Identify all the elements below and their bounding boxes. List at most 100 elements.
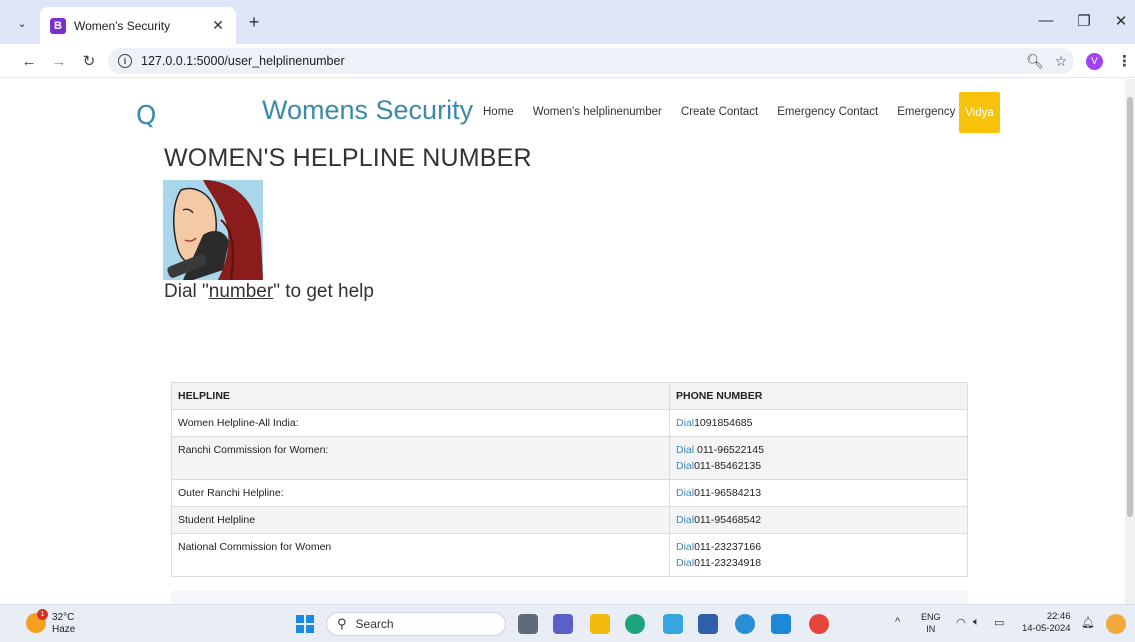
phone-cell: Dial 011-96522145 Dial011-85462135 (669, 436, 968, 480)
dial-link[interactable]: Dial (676, 557, 694, 569)
nav-emergency-contact[interactable]: Emergency Contact (777, 106, 878, 118)
teams-icon[interactable] (553, 614, 573, 634)
clock-date: 14-05-2024 (1022, 623, 1071, 634)
page-viewport: Q Womens Security Home Women's helplinen… (0, 79, 1135, 604)
table-row: National Commission for Women Dial011-23… (171, 533, 968, 577)
woman-on-phone-image (163, 180, 263, 280)
scrollbar-thumb[interactable] (1127, 97, 1133, 517)
taskbar-clock[interactable]: 22:46 14-05-2024 (1022, 611, 1071, 635)
zoom-icon[interactable]: 🔍︎ (1022, 53, 1048, 70)
widget-app-icon[interactable] (1106, 614, 1126, 634)
site-brand[interactable]: Womens Security (262, 95, 473, 126)
table-row: Ranchi Commission for Women: Dial 011-96… (171, 436, 968, 480)
task-view-icon[interactable] (518, 614, 538, 634)
table-header-row: HELPLINE PHONE NUMBER (171, 382, 968, 410)
wifi-icon[interactable]: ◠ (956, 616, 966, 629)
temperature: 32°C (52, 612, 75, 623)
browser-menu-icon[interactable]: ⋮ (1117, 52, 1132, 70)
browser-tab-strip: ⌄ B Women's Security ✕ + — ❐ ✕ (0, 0, 1135, 44)
main-nav: Home Women's helplinenumber Create Conta… (483, 106, 974, 118)
nav-create-contact[interactable]: Create Contact (681, 106, 758, 118)
helpline-name: Student Helpline (171, 506, 670, 534)
nav-home[interactable]: Home (483, 106, 514, 118)
helpline-name: Women Helpline-All India: (171, 409, 670, 437)
store-icon[interactable] (698, 614, 718, 634)
phone-cell: Dial1091854685 (669, 409, 968, 437)
edge-icon[interactable] (625, 614, 645, 634)
page-scrollbar[interactable] (1125, 79, 1135, 604)
header-helpline: HELPLINE (171, 382, 670, 410)
windows-taskbar: 1 32°C Haze ⚲ Search ^ ENG IN ◠ 🔈︎ ▭ 22:… (0, 604, 1135, 642)
phone-cell: Dial011-96584213 (669, 479, 968, 507)
tray-chevron-up-icon[interactable]: ^ (895, 616, 900, 628)
tab-close-icon[interactable]: ✕ (210, 17, 226, 34)
dial-link[interactable]: Dial (676, 541, 694, 553)
browser-tab[interactable]: B Women's Security ✕ (40, 7, 236, 44)
vscode-icon[interactable] (771, 614, 791, 634)
file-explorer-icon[interactable] (590, 614, 610, 634)
close-window-icon[interactable]: ✕ (1111, 12, 1131, 30)
dial-link[interactable]: Dial (676, 460, 694, 472)
chrome-icon[interactable] (809, 614, 829, 634)
table-row: Women Helpline-All India: Dial1091854685 (171, 409, 968, 437)
minimize-icon[interactable]: — (1036, 12, 1056, 29)
weather-condition: Haze (52, 624, 76, 635)
phone-number: 011-23237166 (694, 541, 762, 553)
number-link[interactable]: number (209, 281, 273, 302)
phone-number: 011-95468542 (694, 514, 762, 526)
new-tab-icon[interactable]: + (244, 12, 264, 33)
language-indicator[interactable]: ENG IN (921, 611, 941, 635)
dial-instruction: Dial "number" to get help (164, 281, 374, 302)
footer-strip (171, 591, 968, 604)
phone-number: 011-96522145 (694, 444, 764, 456)
helpline-table: HELPLINE PHONE NUMBER Women Helpline-All… (171, 382, 968, 577)
site-info-icon[interactable]: i (118, 54, 132, 68)
browser-toolbar: ← → ↻ i 127.0.0.1:5000/user_helplinenumb… (0, 44, 1135, 78)
tab-title: Women's Security (74, 18, 171, 33)
dial-link[interactable]: Dial (676, 417, 694, 429)
tab-search-icon[interactable]: ⌄ (12, 13, 32, 33)
profile-avatar[interactable]: V (1086, 53, 1103, 70)
header-phone-number: PHONE NUMBER (669, 382, 968, 410)
taskbar-search[interactable]: ⚲ Search (326, 612, 506, 636)
forward-icon[interactable]: → (48, 50, 70, 72)
start-windows-icon[interactable] (296, 615, 314, 633)
mysql-icon[interactable] (663, 614, 683, 634)
restore-icon[interactable]: ❐ (1074, 12, 1094, 30)
search-icon: ⚲ (337, 616, 347, 631)
dial-link[interactable]: Dial (676, 444, 694, 456)
weather-badge: 1 (37, 609, 48, 620)
phone-cell: Dial011-95468542 (669, 506, 968, 534)
helpline-name: National Commission for Women (171, 533, 670, 577)
phone-number: 011-23234918 (694, 557, 762, 569)
phone-number: 1091854685 (694, 417, 753, 429)
battery-icon[interactable]: ▭ (994, 616, 1004, 629)
phone-number: 011-96584213 (694, 487, 762, 499)
user-button[interactable]: Vidya (959, 92, 1000, 133)
back-icon[interactable]: ← (18, 50, 40, 72)
notification-bell-icon[interactable]: 🔔︎ (1081, 616, 1095, 629)
address-bar[interactable]: i 127.0.0.1:5000/user_helplinenumber 🔍︎ … (108, 48, 1074, 74)
helpline-table-container: HELPLINE PHONE NUMBER Women Helpline-All… (171, 382, 968, 577)
dial-link[interactable]: Dial (676, 514, 694, 526)
helpline-name: Ranchi Commission for Women: (171, 436, 670, 480)
helpline-name: Outer Ranchi Helpline: (171, 479, 670, 507)
python-icon[interactable] (735, 614, 755, 634)
weather-widget[interactable]: 32°C Haze (52, 612, 75, 636)
favicon-icon: B (50, 17, 66, 34)
table-row: Outer Ranchi Helpline: Dial011-96584213 (171, 479, 968, 507)
table-row: Student Helpline Dial011-95468542 (171, 506, 968, 534)
phone-cell: Dial011-23237166 Dial011-23234918 (669, 533, 968, 577)
phone-number: 011-85462135 (694, 460, 762, 472)
volume-icon[interactable]: 🔈︎ (973, 616, 980, 629)
url-text[interactable]: 127.0.0.1:5000/user_helplinenumber (141, 54, 1022, 68)
dial-link[interactable]: Dial (676, 487, 694, 499)
nav-womens-helplinenumber[interactable]: Women's helplinenumber (533, 106, 662, 118)
nav-emergency[interactable]: Emergency (897, 106, 955, 118)
bookmark-star-icon[interactable]: ☆ (1048, 53, 1074, 70)
search-placeholder: Search (355, 617, 394, 631)
page-title: WOMEN'S HELPLINE NUMBER (164, 144, 532, 172)
site-logo-icon[interactable]: Q (136, 101, 156, 131)
reload-icon[interactable]: ↻ (78, 50, 100, 72)
clock-time: 22:46 (1046, 611, 1071, 622)
